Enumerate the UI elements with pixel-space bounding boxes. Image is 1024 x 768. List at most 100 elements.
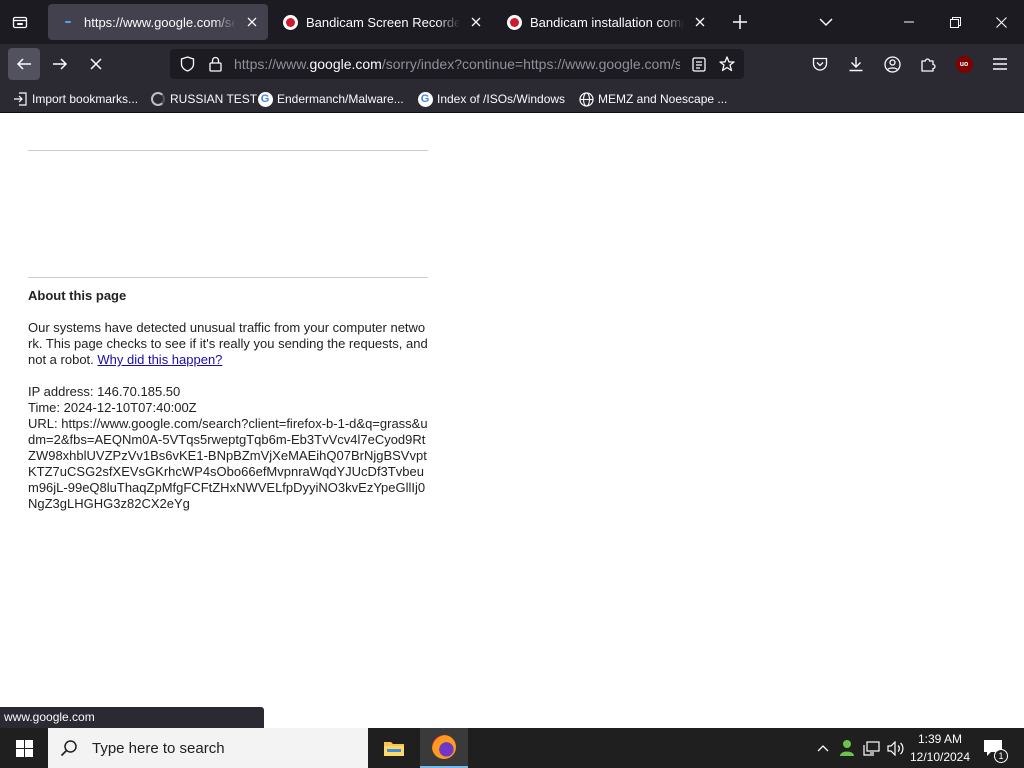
tab-title: https://www.google.com/search — [84, 14, 236, 30]
reader-view-button[interactable] — [688, 54, 710, 74]
user-figure-icon — [840, 740, 854, 756]
forward-button[interactable] — [44, 48, 76, 80]
tab-bandicam-download[interactable]: Bandicam Screen Recorder Download — [270, 4, 492, 40]
pocket-button[interactable] — [806, 50, 834, 78]
pocket-icon — [812, 57, 828, 71]
firefox-view-button[interactable] — [6, 8, 34, 36]
taskbar-search[interactable]: Type here to search — [48, 728, 368, 768]
url-prefix: https://www. — [234, 56, 310, 72]
show-hidden-icons-button[interactable] — [812, 728, 834, 768]
url-input[interactable]: https://www.google.com/sorry/index?conti… — [234, 56, 680, 72]
search-placeholder: Type here to search — [92, 739, 225, 757]
account-button[interactable] — [878, 50, 906, 78]
download-icon — [849, 57, 863, 72]
tab-close-icon[interactable] — [466, 12, 486, 32]
star-icon — [719, 56, 735, 72]
bookmark-label: Endermanch/Malware... — [277, 92, 404, 106]
bookmarks-toolbar: Import bookmarks... RUSSIAN TEST G Ender… — [0, 84, 1024, 113]
bookmark-endermanch[interactable]: G Endermanch/Malware... — [257, 89, 404, 109]
search-icon — [60, 740, 77, 757]
action-center-button[interactable]: 1 — [978, 728, 1008, 768]
bookmark-import[interactable]: Import bookmarks... — [12, 89, 138, 109]
close-window-button[interactable] — [978, 0, 1024, 44]
tab-bandicam-installed[interactable]: Bandicam installation completed — [494, 4, 716, 40]
list-all-tabs-button[interactable] — [812, 8, 840, 36]
firefox-taskbar-button[interactable] — [420, 728, 468, 768]
tab-close-icon[interactable] — [242, 12, 262, 32]
unusual-traffic-message: Our systems have detected unusual traffi… — [28, 320, 428, 368]
volume-button[interactable] — [884, 728, 906, 768]
folder-icon — [384, 742, 404, 756]
chevron-down-icon — [819, 18, 833, 27]
status-panel: www.google.com — [0, 707, 264, 728]
hamburger-menu-icon — [993, 58, 1007, 70]
stop-icon — [90, 58, 102, 70]
message-text: Our systems have detected unusual traffi… — [28, 320, 428, 367]
lock-icon — [208, 56, 222, 72]
bookmark-russian-test[interactable]: RUSSIAN TEST — [150, 89, 257, 109]
app-menu-button[interactable] — [986, 50, 1014, 78]
tab-strip: https://www.google.com/search Bandicam S… — [0, 0, 1024, 44]
bookmark-label: Index of /ISOs/Windows — [437, 92, 566, 106]
restore-icon — [949, 16, 961, 28]
network-button[interactable] — [860, 728, 882, 768]
url-domain: google.com — [309, 56, 382, 72]
ip-address-line: IP address: 146.70.185.50 — [28, 384, 181, 399]
taskbar-clock[interactable]: 1:39 AM 12/10/2024 — [904, 730, 976, 766]
import-icon — [12, 91, 28, 107]
tab-close-icon[interactable] — [690, 12, 710, 32]
bookmark-label: MEMZ and Noescape ... — [598, 92, 728, 106]
ublock-origin-button[interactable]: uo — [950, 50, 978, 78]
ublock-icon: uo — [955, 55, 973, 73]
site-info-button[interactable] — [204, 54, 226, 74]
google-icon: G — [257, 91, 273, 107]
minimize-icon — [904, 21, 914, 23]
navigation-toolbar: https://www.google.com/sorry/index?conti… — [0, 44, 1024, 84]
divider — [28, 277, 428, 278]
restore-button[interactable] — [932, 0, 978, 44]
extensions-button[interactable] — [914, 50, 942, 78]
bookmark-memz[interactable]: MEMZ and Noescape ... — [578, 89, 727, 109]
account-icon — [883, 55, 901, 73]
windows-logo-icon — [15, 739, 33, 757]
file-explorer-button[interactable] — [370, 728, 418, 768]
windows-taskbar: Type here to search 1:39 AM 12/10/2024 1 — [0, 728, 1024, 768]
address-bar[interactable]: https://www.google.com/sorry/index?conti… — [170, 49, 744, 79]
bookmark-star-button[interactable] — [716, 54, 738, 74]
site-icon — [150, 91, 166, 107]
why-link[interactable]: Why did this happen? — [97, 352, 222, 367]
puzzle-icon — [921, 58, 936, 72]
stop-button[interactable] — [80, 48, 112, 80]
google-icon: G — [417, 91, 433, 107]
globe-icon — [578, 91, 594, 107]
page-content: About this page Our systems have detecte… — [0, 113, 1024, 728]
url-path: /sorry/index?continue=https://www.google… — [381, 56, 680, 72]
time-line: Time: 2024-12-10T07:40:00Z — [28, 400, 197, 415]
back-button[interactable] — [8, 48, 40, 80]
firefox-view-icon — [12, 16, 28, 29]
downloads-button[interactable] — [842, 50, 870, 78]
minimize-button[interactable] — [886, 0, 932, 44]
bandicam-icon — [506, 14, 522, 30]
arrow-right-icon — [53, 58, 68, 70]
new-tab-button[interactable] — [726, 8, 754, 36]
bandicam-icon — [282, 14, 298, 30]
plus-icon — [733, 15, 747, 29]
tab-title: Bandicam installation completed — [530, 14, 684, 30]
tray-app-icon[interactable] — [836, 728, 858, 768]
start-button[interactable] — [0, 728, 48, 768]
bookmark-label: Import bookmarks... — [32, 92, 139, 106]
shield-icon — [180, 56, 194, 72]
bookmark-label: RUSSIAN TEST — [170, 92, 258, 106]
tab-google-search[interactable]: https://www.google.com/search — [48, 4, 268, 40]
bookmark-isos-windows[interactable]: G Index of /ISOs/Windows — [417, 89, 565, 109]
chevron-up-icon — [817, 745, 829, 752]
tracking-protection-button[interactable] — [176, 54, 198, 74]
loading-icon — [60, 14, 76, 30]
firefox-icon — [432, 735, 456, 759]
url-line: URL: https://www.google.com/search?clien… — [28, 416, 428, 511]
arrow-left-icon — [16, 58, 31, 70]
speaker-icon — [886, 740, 903, 756]
close-icon — [995, 16, 1007, 28]
network-icon — [862, 740, 880, 756]
